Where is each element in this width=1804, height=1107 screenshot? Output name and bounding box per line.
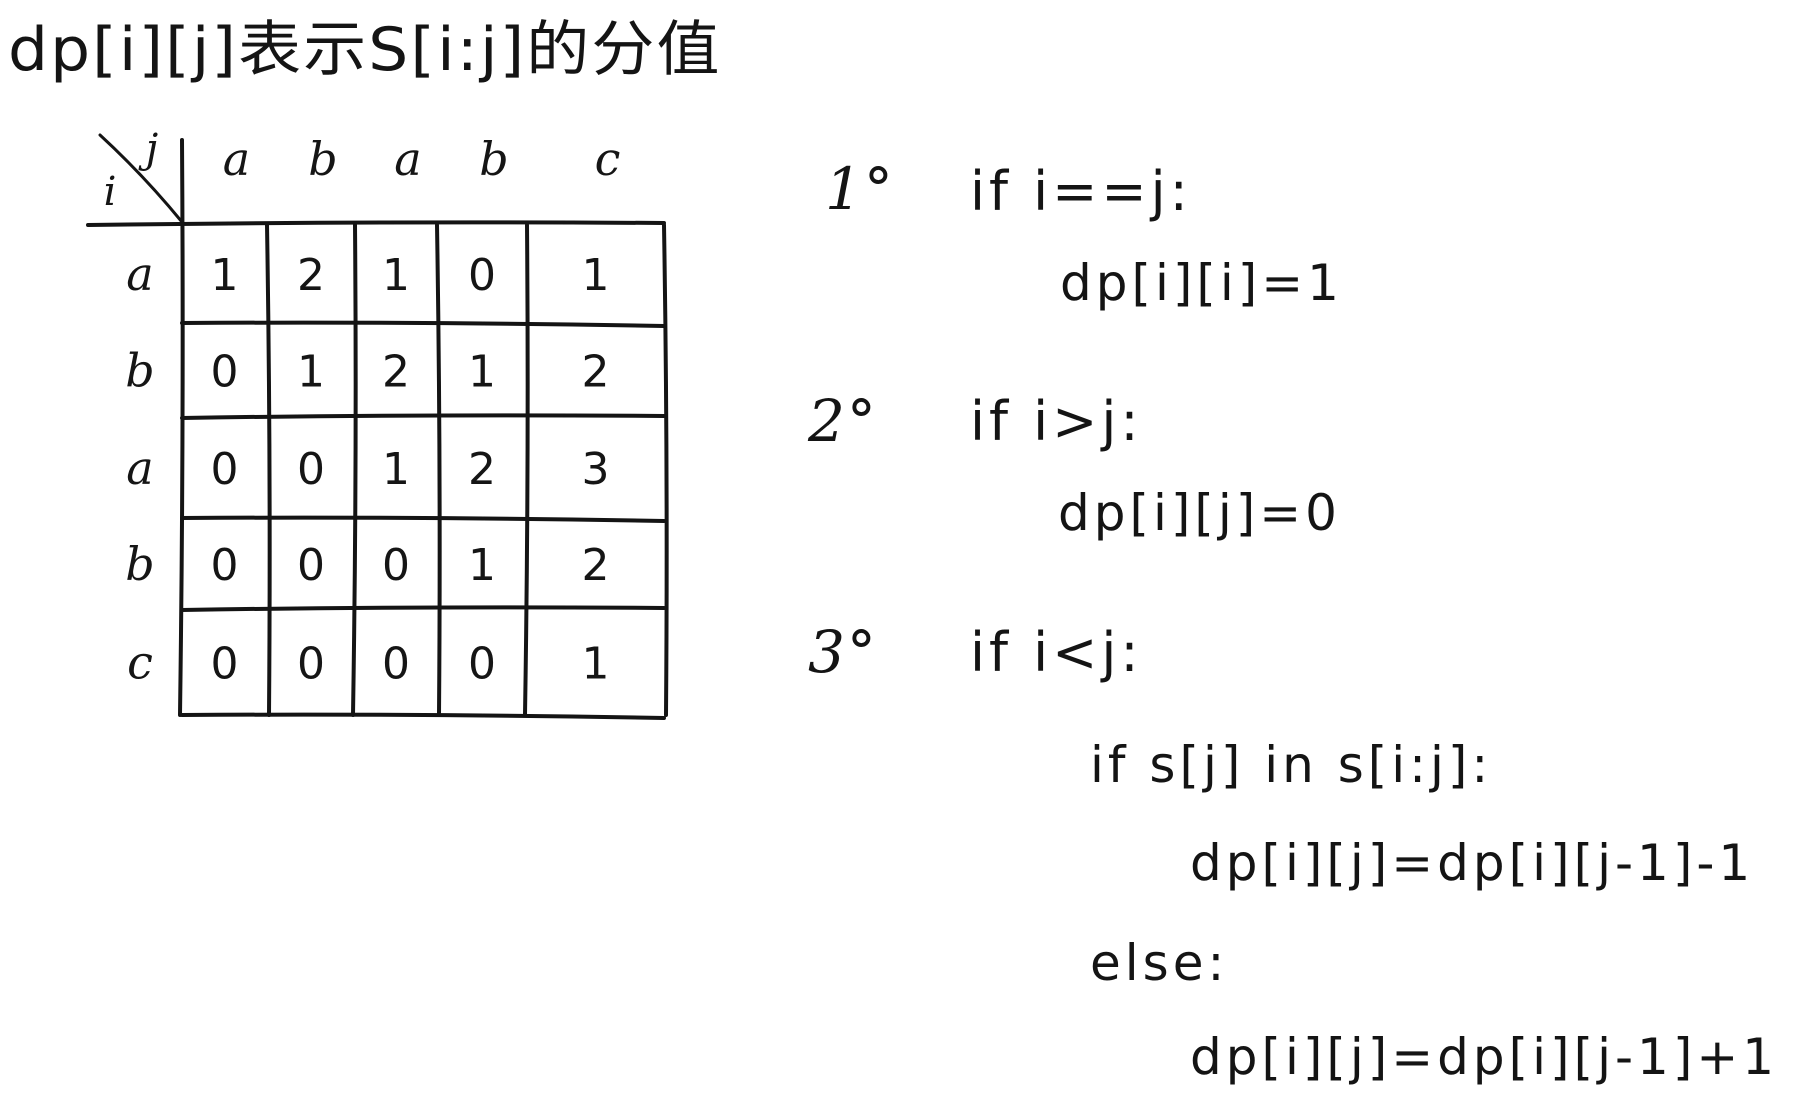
- table-cell: 2: [468, 444, 496, 495]
- col-header: b: [479, 132, 508, 186]
- table-cell: 1: [582, 250, 610, 301]
- rule-1-body: dp[i][i]=1: [1060, 254, 1343, 312]
- row-header: b: [125, 344, 154, 398]
- table-grid: [86, 133, 669, 720]
- dp-table: ij a b a b cababc 1 2 1 0 10 1 2 1 20 0 1 2 30 0 0 1 20 0 0 0 1: [86, 126, 669, 720]
- col-header: c: [595, 132, 621, 186]
- table-cell: 1: [468, 540, 496, 591]
- table-cell: 1: [382, 250, 410, 301]
- grid-vline: [351, 223, 358, 717]
- rule-1-condition: if i==j:: [970, 160, 1192, 223]
- grid-vline: [178, 138, 185, 717]
- rule-2-body: dp[i][j]=0: [1058, 484, 1341, 542]
- grid-hline: [180, 712, 666, 720]
- rule-2-condition: if i>j:: [970, 390, 1143, 453]
- table-cell: 0: [468, 250, 496, 301]
- rule-3-else-body: dp[i][j]=dp[i][j-1]+1: [1190, 1028, 1779, 1086]
- rule-2-number: 2°: [808, 387, 878, 455]
- grid-hline: [180, 320, 666, 328]
- table-cell: 2: [297, 250, 325, 301]
- table-cell: 1: [211, 250, 239, 301]
- col-header: b: [308, 132, 337, 186]
- grid-vline: [435, 223, 442, 717]
- grid-hline: [180, 413, 666, 420]
- table-cell: 0: [382, 540, 410, 591]
- table-cell: 0: [211, 347, 239, 398]
- grid-vline: [662, 223, 669, 717]
- col-header: a: [223, 132, 250, 186]
- table-cell: 2: [582, 347, 610, 398]
- row-header: a: [126, 441, 153, 495]
- rule-3-condition: if i<j:: [970, 621, 1143, 684]
- table-cell: 1: [582, 639, 610, 690]
- table-cell: 1: [468, 347, 496, 398]
- table-cell: 1: [382, 444, 410, 495]
- table-cell: 0: [382, 639, 410, 690]
- table-cell: 3: [582, 444, 610, 495]
- grid-hline: [180, 515, 666, 523]
- table-cell: 0: [211, 639, 239, 690]
- table-cell: 1: [297, 347, 325, 398]
- corner-col-label: j: [138, 126, 158, 172]
- row-header: b: [125, 537, 154, 591]
- table-cell: 0: [297, 540, 325, 591]
- rule-3-number: 3°: [808, 618, 878, 686]
- rule-3-inner-condition: if s[j] in s[i:j]:: [1090, 736, 1493, 794]
- grid-hline: [180, 605, 666, 612]
- row-header: a: [126, 247, 153, 301]
- table-cell: 0: [468, 639, 496, 690]
- col-header: a: [394, 132, 421, 186]
- corner-row-label: i: [104, 169, 117, 215]
- rule-3-else: else:: [1090, 934, 1229, 992]
- rule-1-number: 1°: [825, 155, 895, 223]
- rule-3-then-body: dp[i][j]=dp[i][j-1]-1: [1190, 834, 1755, 892]
- table-cell: 0: [211, 540, 239, 591]
- table-cell: 0: [211, 444, 239, 495]
- row-header: c: [127, 636, 153, 690]
- table-cell: 0: [297, 444, 325, 495]
- grid-hline: [86, 220, 666, 227]
- grid-vline: [265, 223, 272, 717]
- table-cell: 0: [297, 639, 325, 690]
- table-cell: 2: [382, 347, 410, 398]
- grid-vline: [523, 223, 530, 717]
- table-cell: 2: [582, 540, 610, 591]
